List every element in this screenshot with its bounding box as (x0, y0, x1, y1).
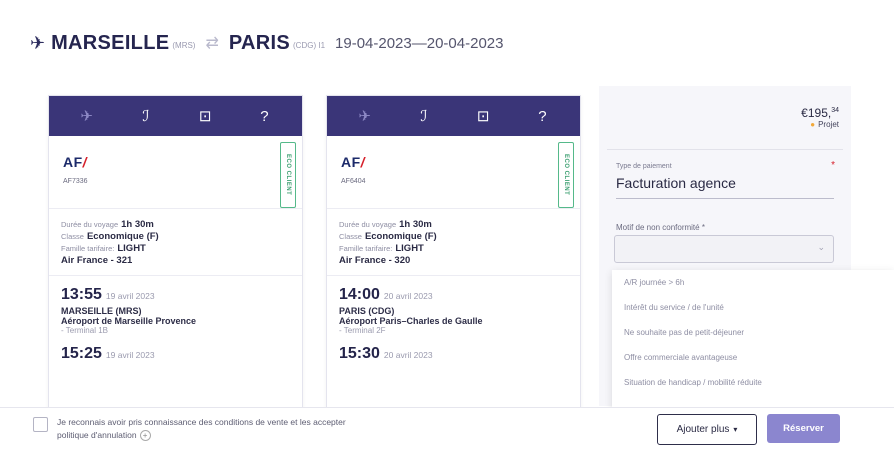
chevron-down-icon: ▾ (733, 425, 738, 434)
departure-time: 13:55 (61, 286, 102, 303)
dropdown-option[interactable]: Ne souhaite pas de petit-déjeuner (612, 320, 894, 345)
status-badge: ● Projet (810, 120, 839, 129)
trip-header: ✈ MARSEILLE (MRS) ⇄ PARIS (CDG) ⅼ1 19-04… (30, 30, 503, 56)
destination-city: PARIS (228, 31, 291, 54)
origin-code: (MRS) (172, 41, 196, 50)
reserve-button[interactable]: Réserver (767, 414, 840, 443)
swap-arrows-icon: ⇄ (205, 35, 219, 52)
flight-details: Durée du voyage 1h 30m Classe Economique (… (327, 209, 580, 276)
departure-airport: Aéroport de Marseille Provence (61, 316, 197, 326)
departure-segment: 14:00 20 avril 2023 PARIS (CDG) Aéroport … (327, 276, 580, 335)
flight-card-outbound: ✈ ℐ ⊡ ? AF/ AF7336 ECO CLIENT Durée du v… (48, 95, 303, 408)
class-value: Economique (F) (364, 231, 437, 242)
aircraft: Air France - 320 (339, 255, 411, 266)
air-france-logo: AF/ (63, 154, 88, 170)
help-icon[interactable]: ? (252, 108, 276, 125)
class-label: Classe (339, 232, 362, 241)
arrival-segment: 15:25 19 avril 2023 (49, 335, 302, 363)
eco-client-badge: ECO CLIENT (558, 142, 574, 208)
flight-number: AF6404 (341, 178, 366, 185)
payment-underline (616, 198, 834, 199)
payment-type-label: Type de paiement (616, 163, 672, 170)
flight-details: Durée du voyage 1h 30m Classe Economique (… (49, 209, 302, 276)
duration-label: Durée du voyage (61, 220, 119, 229)
origin-city: MARSEILLE (51, 31, 170, 54)
terms-sentence: Je reconnais avoir pris connaissance des… (57, 417, 346, 427)
dropdown-option[interactable]: Situation de handicap / mobilité réduite (612, 370, 894, 395)
eco-client-badge: ECO CLIENT (280, 142, 296, 208)
dropdown-option[interactable]: Offre commerciale avantageuse (612, 345, 894, 370)
add-more-button[interactable]: Ajouter plus ▾ (657, 414, 757, 445)
dropdown-option[interactable]: Intérêt du service / de l'unité (612, 295, 894, 320)
arrival-date: 20 avril 2023 (383, 350, 433, 360)
divider (607, 149, 843, 150)
non-compliance-reason-select[interactable]: ⌄ (614, 235, 834, 263)
arrival-segment: 15:30 20 avril 2023 (327, 335, 580, 363)
seat-icon[interactable]: ℐ (412, 107, 436, 125)
expand-icon[interactable]: + (139, 430, 151, 441)
flight-number: AF7336 (63, 178, 88, 185)
total-price: €195,34 (801, 106, 839, 120)
departure-time: 14:00 (339, 286, 380, 303)
luggage-icon[interactable]: ⊡ (193, 107, 217, 125)
air-france-logo: AF/ (341, 154, 366, 170)
arrival-date: 19 avril 2023 (105, 350, 155, 360)
departure-segment: 13:55 19 avril 2023 MARSEILLE (MRS) Aérop… (49, 276, 302, 335)
help-icon[interactable]: ? (530, 108, 554, 125)
plane-icon[interactable]: ✈ (75, 107, 99, 125)
aircraft: Air France - 321 (61, 255, 133, 266)
duration-value: 1h 30m (399, 219, 432, 230)
price-cents: 34 (831, 107, 839, 114)
fare-value: LIGHT (395, 243, 424, 254)
trip-dates: 19-04-2023—20-04-2023 (335, 34, 504, 52)
arrival-time: 15:25 (61, 345, 102, 362)
payment-type-field[interactable]: Facturation agence (616, 175, 736, 191)
fare-label: Famille tarifaire: (339, 244, 393, 253)
duration-label: Durée du voyage (339, 220, 397, 229)
airline-section: AF/ AF6404 (327, 136, 580, 209)
booking-footer: Je reconnais avoir pris connaissance des… (0, 407, 894, 458)
status-dot-icon: ● (810, 120, 816, 129)
accept-terms-checkbox[interactable] (33, 417, 48, 432)
airline-section: AF/ AF7336 (49, 136, 302, 209)
departure-terminal: - Terminal 1B (61, 326, 108, 335)
card-tab-bar: ✈ ℐ ⊡ ? (49, 96, 302, 136)
departure-date: 19 avril 2023 (105, 291, 155, 301)
departure-city: MARSEILLE (MRS) (61, 306, 142, 316)
luggage-icon[interactable]: ⊡ (471, 107, 495, 125)
arrival-time: 15:30 (339, 345, 380, 362)
departure-terminal: - Terminal 2F (339, 326, 386, 335)
route-plane-icon: ✈ (30, 32, 46, 53)
card-tab-bar: ✈ ℐ ⊡ ? (327, 96, 580, 136)
non-compliance-reason-options: A/R journée > 6h Intérêt du service / de… (612, 270, 894, 410)
plane-icon[interactable]: ✈ (353, 107, 377, 125)
cancellation-policy-link[interactable]: politique d'annulation (57, 430, 137, 440)
class-label: Classe (61, 232, 84, 241)
fare-value: LIGHT (117, 243, 146, 254)
duration-value: 1h 30m (121, 219, 154, 230)
non-compliance-reason-label: Motif de non conformité * (616, 223, 705, 232)
departure-airport: Aéroport Paris–Charles de Gaulle (339, 316, 483, 326)
class-value: Economique (F) (86, 231, 159, 242)
terms-text: Je reconnais avoir pris connaissance des… (57, 416, 477, 442)
fare-label: Famille tarifaire: (61, 244, 115, 253)
chevron-down-icon: ⌄ (817, 242, 825, 252)
dropdown-option[interactable]: A/R journée > 6h (612, 270, 894, 295)
destination-code: (CDG) ⅼ1 (293, 41, 326, 50)
departure-date: 20 avril 2023 (383, 291, 433, 301)
required-mark: * (831, 160, 835, 171)
flight-card-return: ✈ ℐ ⊡ ? AF/ AF6404 ECO CLIENT Durée du v… (326, 95, 581, 408)
departure-city: PARIS (CDG) (339, 306, 395, 316)
seat-icon[interactable]: ℐ (134, 107, 158, 125)
